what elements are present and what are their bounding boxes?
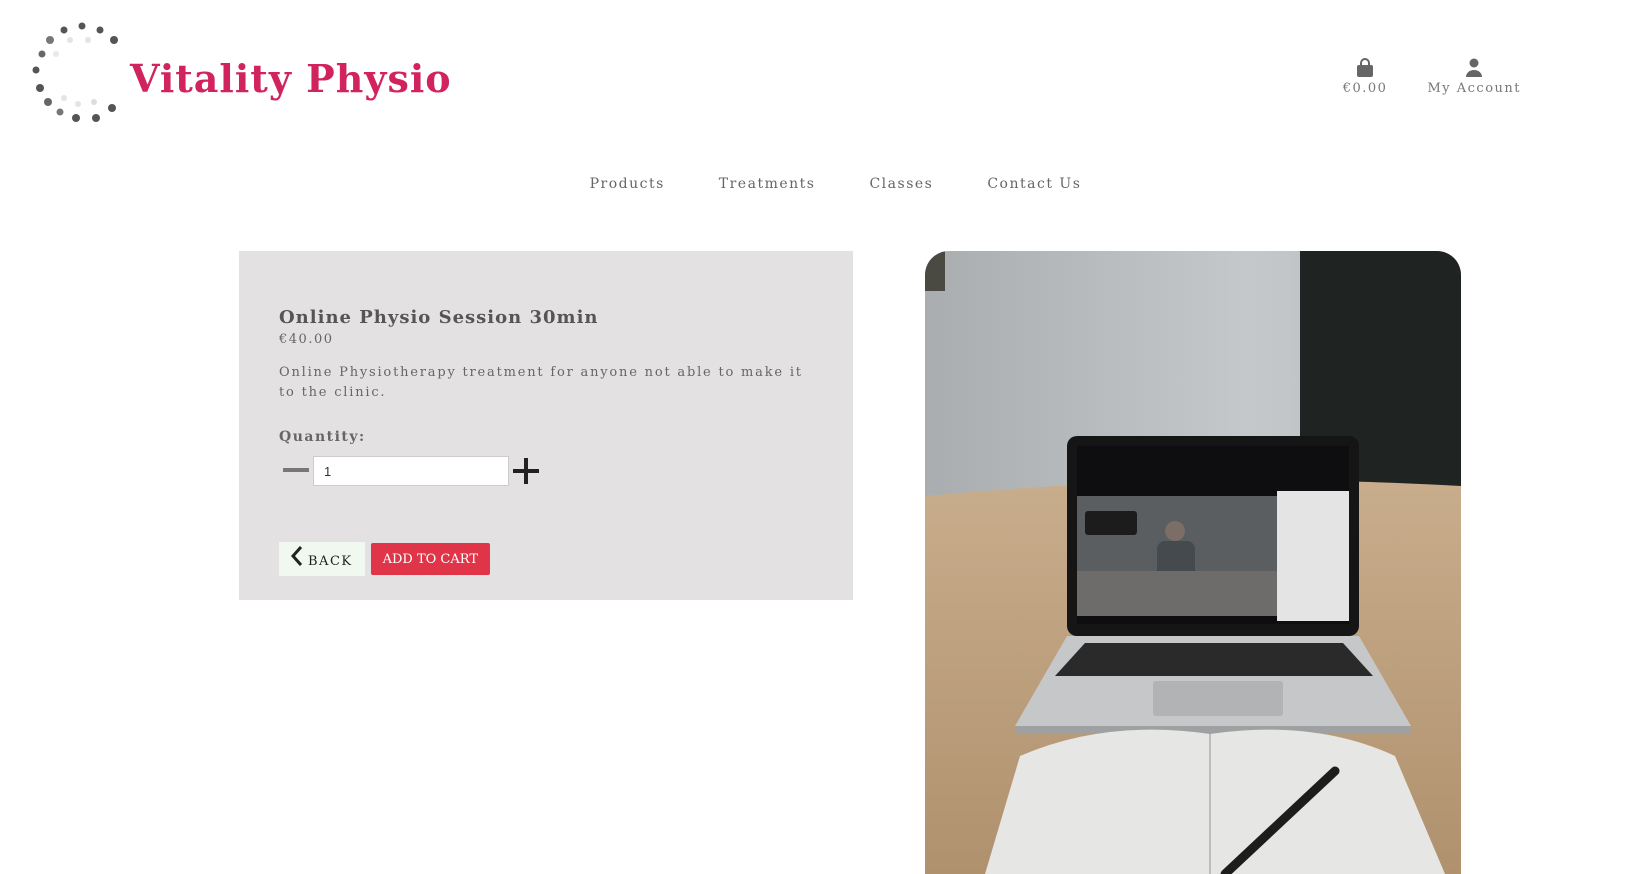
decrement-button[interactable] [279,455,313,487]
main-nav: Products Treatments Classes Contact Us [0,176,1641,192]
account-link[interactable]: My Account [1427,58,1521,96]
brand-logo[interactable]: Vitality Physio [30,18,452,128]
nav-item-classes[interactable]: Classes [869,176,933,192]
action-buttons: BACK ADD TO CART [279,542,813,576]
increment-button[interactable] [509,455,543,487]
laptop-video-call-photo [925,251,1461,874]
brand-name: Vitality Physio [130,56,452,101]
cart-total: €0.00 [1342,81,1388,96]
quantity-label: Quantity: [279,429,366,445]
quantity-input[interactable] [313,456,509,486]
account-label: My Account [1427,81,1521,96]
shopping-bag-icon [1357,58,1374,77]
cart-link[interactable]: €0.00 [1343,58,1388,96]
quantity-stepper [279,455,813,487]
product-description: Online Physiotherapy treatment for anyon… [279,365,803,400]
add-to-cart-button[interactable]: ADD TO CART [370,543,491,575]
back-button-label: BACK [308,554,353,569]
user-icon [1466,58,1483,77]
chevron-left-icon [290,546,303,566]
product-details-card: Online Physio Session 30min €40.00 Onlin… [239,251,853,600]
nav-item-contact-us[interactable]: Contact Us [987,176,1081,192]
back-button[interactable]: BACK [279,542,365,576]
nav-item-treatments[interactable]: Treatments [719,176,816,192]
plus-icon [513,458,539,484]
header-actions: €0.00 My Account [1343,58,1521,96]
product-image [925,251,1461,874]
nav-item-products[interactable]: Products [590,176,665,192]
product-title: Online Physio Session 30min [279,307,599,328]
product-price: €40.00 [279,332,334,347]
minus-icon [283,468,309,472]
logo-dots-icon [32,22,118,122]
